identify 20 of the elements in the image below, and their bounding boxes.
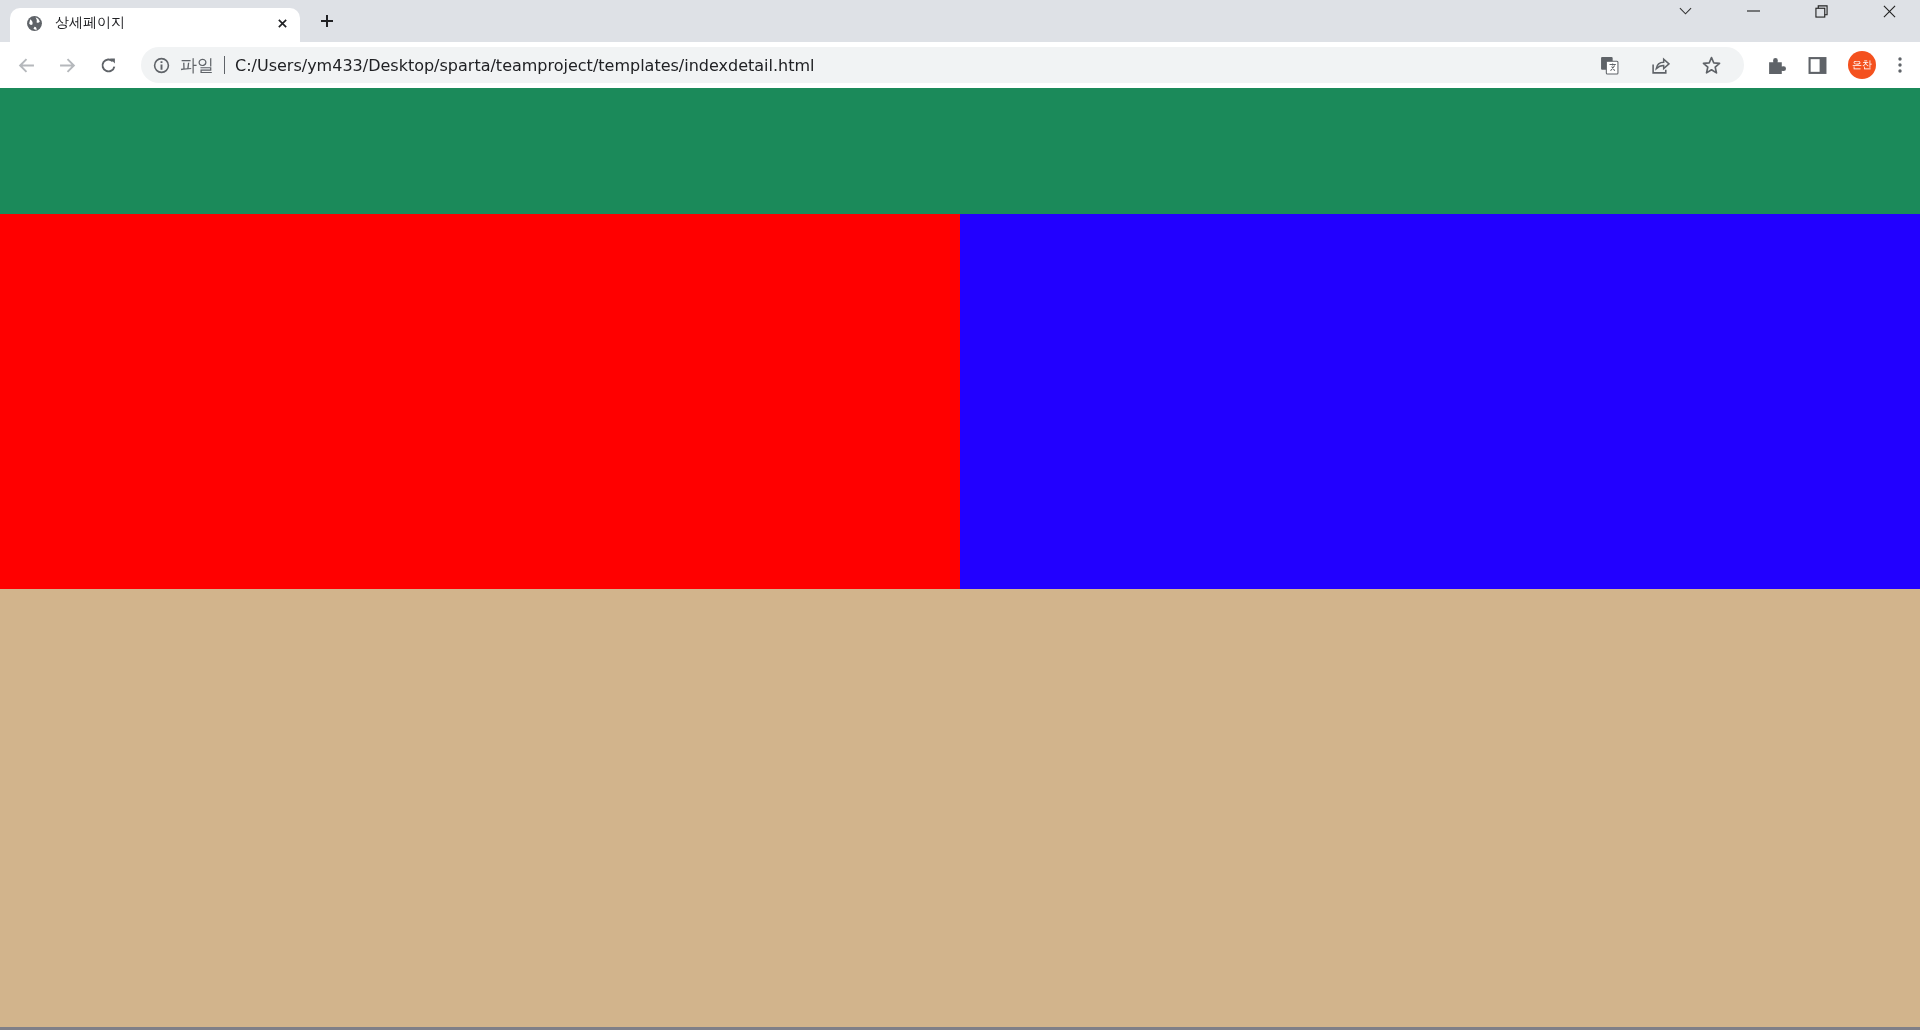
- share-icon[interactable]: [1651, 55, 1670, 75]
- new-tab-icon[interactable]: [320, 14, 334, 28]
- star-icon[interactable]: [1702, 55, 1721, 75]
- close-icon[interactable]: [277, 17, 288, 29]
- close-icon[interactable]: [1883, 4, 1896, 18]
- address-bar[interactable]: 파일 C:/Users/ym433/Desktop/sparta/teamproject/templates/indexdetail.html: [141, 47, 1744, 83]
- puzzle-piece-icon[interactable]: [1767, 55, 1786, 75]
- globe-icon: [26, 14, 43, 32]
- scheme-label: 파일: [180, 53, 214, 77]
- reload-icon[interactable]: [100, 56, 117, 74]
- minimize-icon[interactable]: [1747, 7, 1760, 15]
- tab-title: 상세페이지: [55, 14, 126, 32]
- chevron-down-icon[interactable]: [1679, 7, 1692, 15]
- translate-icon[interactable]: [1600, 55, 1619, 75]
- restore-icon[interactable]: [1815, 4, 1828, 18]
- url-text: C:/Users/ym433/Desktop/sparta/teamproject/templates/indexdetail.html: [235, 55, 815, 75]
- info-icon: [153, 56, 170, 74]
- more-menu-icon[interactable]: [1898, 57, 1902, 73]
- browser-tab[interactable]: 상세페이지: [10, 8, 300, 42]
- side-panel-icon[interactable]: [1808, 55, 1827, 75]
